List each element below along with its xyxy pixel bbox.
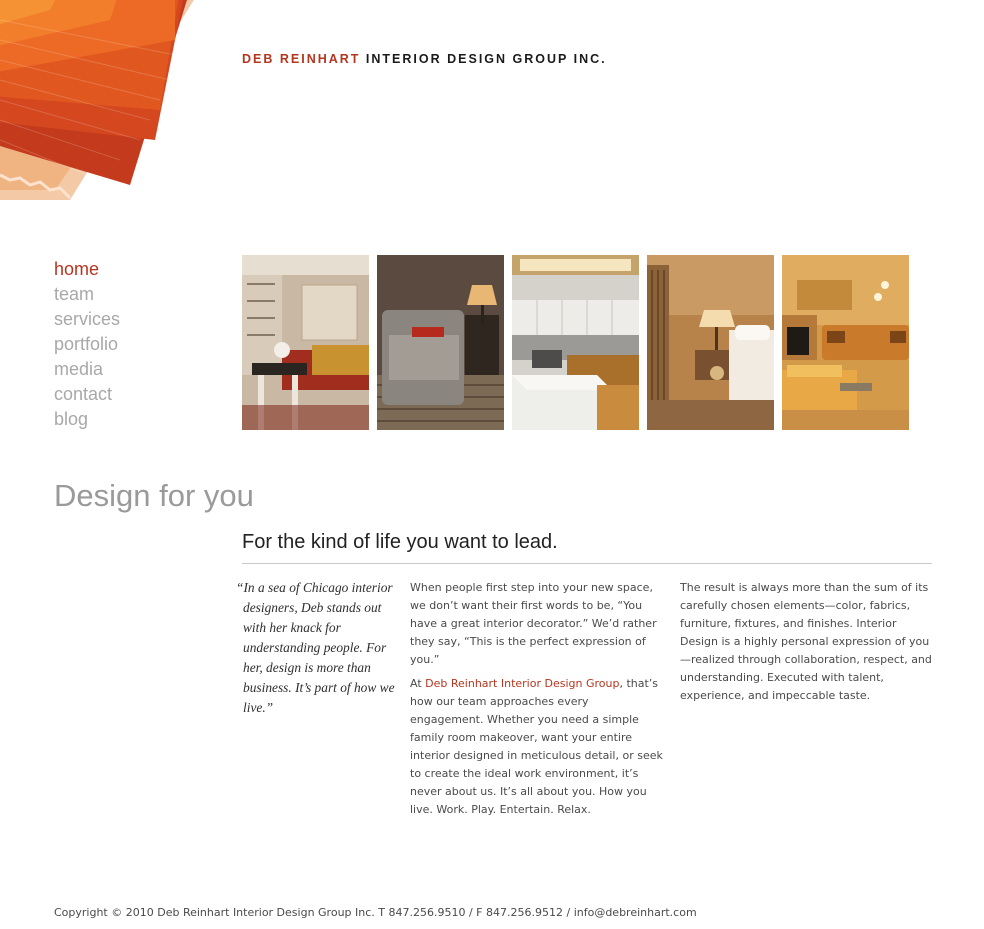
intro-paragraph-2-suffix: , that’s how our team approaches every e… — [410, 677, 663, 816]
result-column: The result is always more than the sum o… — [680, 579, 934, 711]
main-nav: home team services portfolio media conta… — [54, 257, 120, 432]
result-paragraph: The result is always more than the sum o… — [680, 581, 932, 702]
gallery-photo-living-room[interactable] — [242, 255, 369, 430]
gallery-photo-bedroom[interactable] — [647, 255, 774, 430]
footer: Copyright © 2010 Deb Reinhart Interior D… — [54, 906, 697, 919]
intro-paragraph-2-prefix: At — [410, 677, 426, 690]
company-link[interactable]: Deb Reinhart Interior Design Group — [425, 677, 619, 690]
intro-paragraph-1: When people first step into your new spa… — [410, 581, 657, 666]
nav-item-team[interactable]: team — [54, 282, 120, 307]
gallery-photo-kitchen[interactable] — [512, 255, 639, 430]
section-divider — [242, 563, 932, 564]
brand-name-red: DEB REINHART — [242, 52, 361, 66]
pull-quote: “In a sea of Chicago interior designers,… — [236, 578, 396, 718]
fabric-swatches-logo — [0, 0, 200, 205]
nav-item-contact[interactable]: contact — [54, 382, 120, 407]
page-title: Design for you — [54, 478, 254, 513]
nav-item-portfolio[interactable]: portfolio — [54, 332, 120, 357]
gallery-photo-armchair[interactable] — [377, 255, 504, 430]
brand-wordmark[interactable]: DEB REINHART INTERIOR DESIGN GROUP INC. — [242, 52, 607, 66]
footer-copyright: Copyright © 2010 Deb Reinhart Interior D… — [54, 906, 574, 919]
nav-item-services[interactable]: services — [54, 307, 120, 332]
nav-item-home[interactable]: home — [54, 257, 120, 282]
intro-column: When people first step into your new spa… — [410, 579, 664, 825]
gallery-photo-family-room[interactable] — [782, 255, 909, 430]
intro-paragraph-2: At Deb Reinhart Interior Design Group, t… — [410, 675, 664, 819]
nav-item-blog[interactable]: blog — [54, 407, 120, 432]
pull-quote-text: “In a sea of Chicago interior designers,… — [236, 580, 395, 715]
brand-name-dark: INTERIOR DESIGN GROUP INC. — [360, 52, 607, 66]
page-tagline: For the kind of life you want to lead. — [242, 531, 558, 553]
nav-item-media[interactable]: media — [54, 357, 120, 382]
footer-email-link[interactable]: info@debreinhart.com — [574, 906, 697, 919]
